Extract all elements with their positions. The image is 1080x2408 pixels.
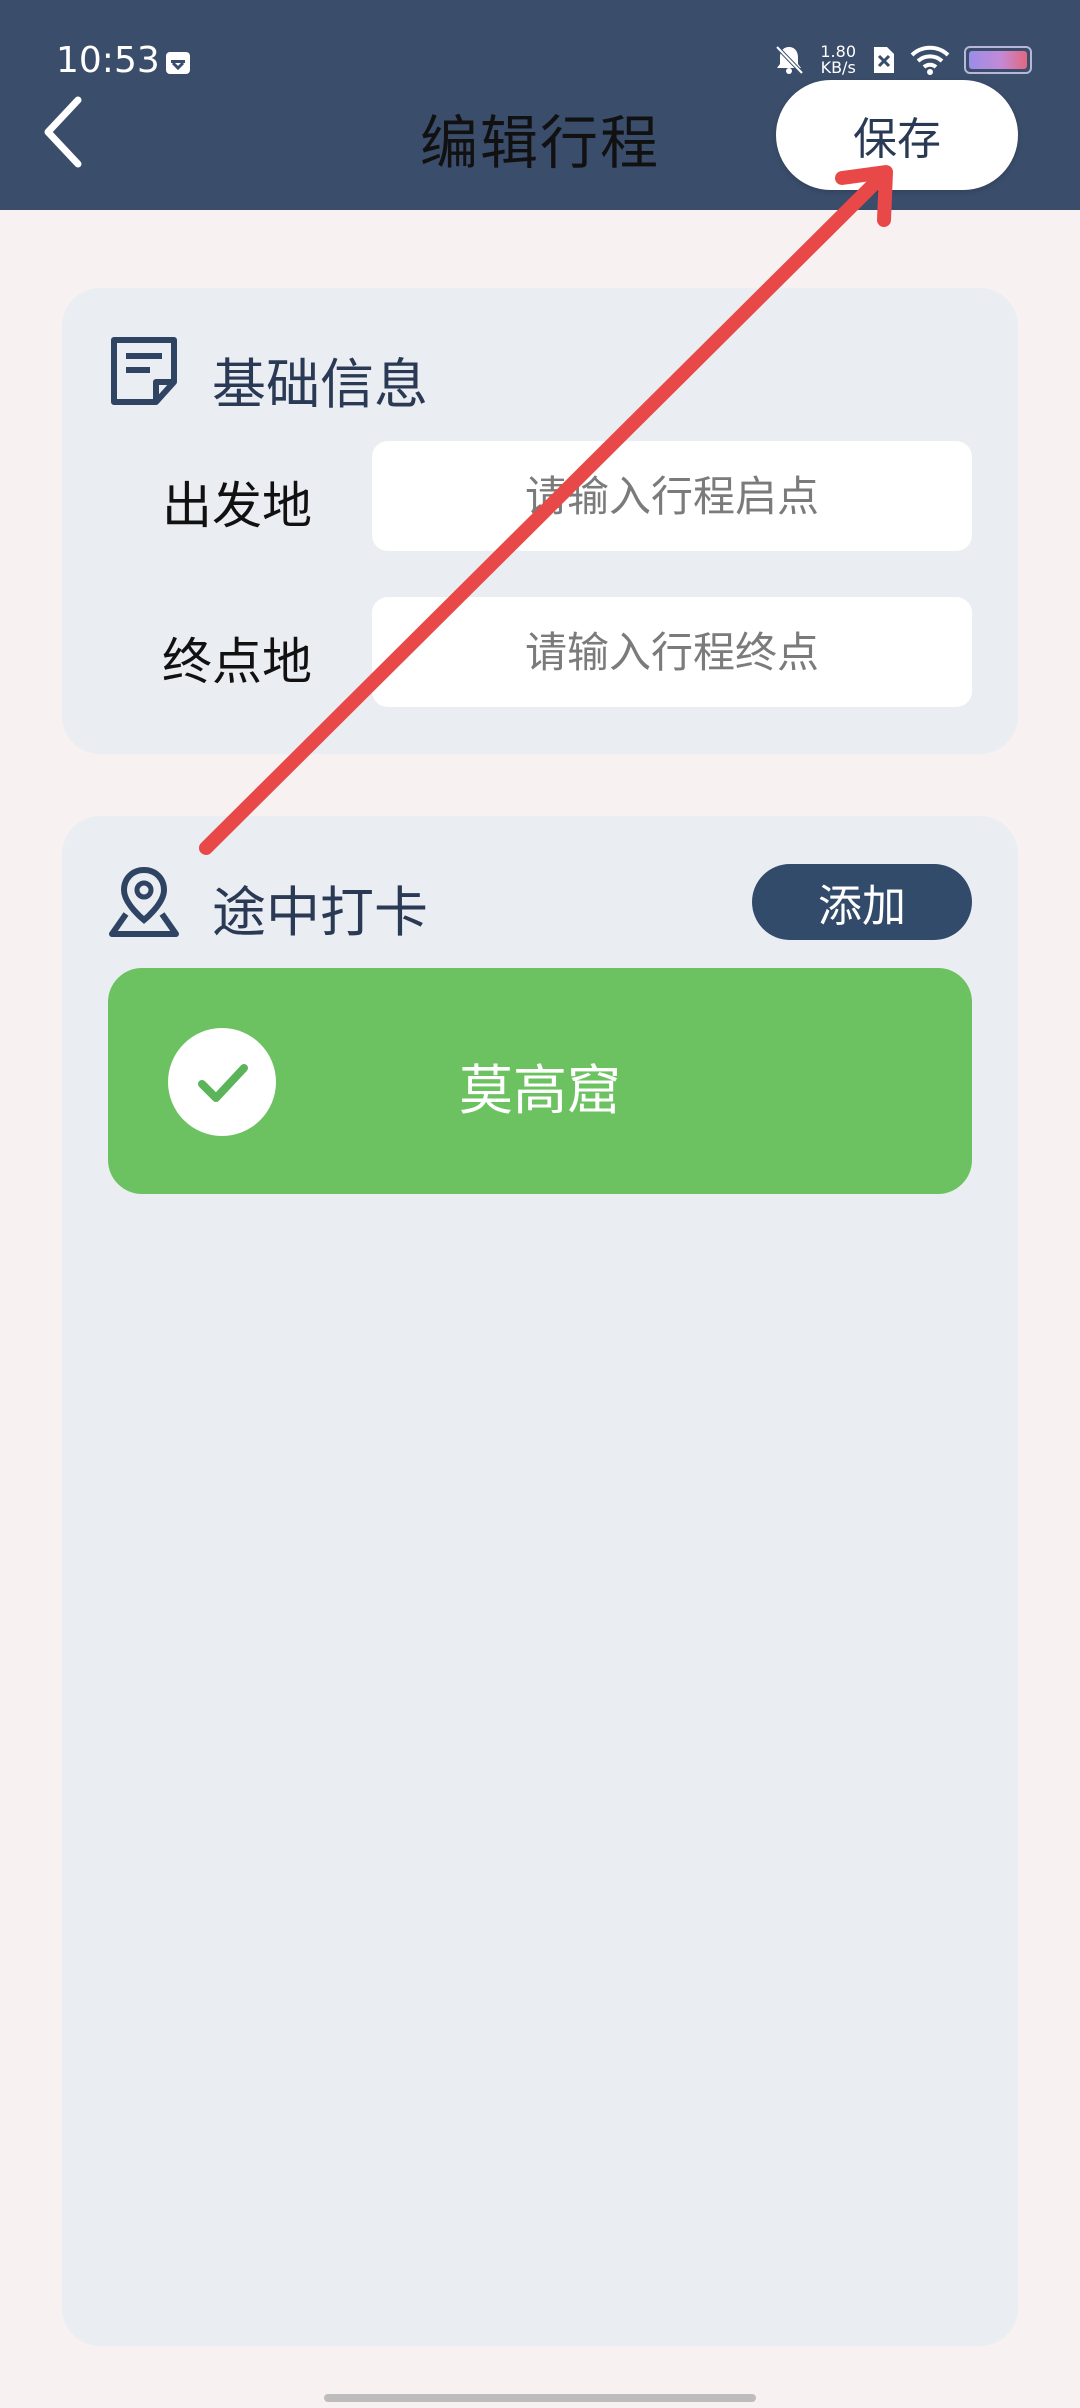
save-button[interactable]: 保存 bbox=[776, 80, 1018, 190]
checkin-item[interactable]: 莫高窟 bbox=[108, 968, 972, 1194]
departure-input[interactable] bbox=[372, 441, 972, 551]
net-speed: 1.80 KB/s bbox=[820, 44, 856, 76]
home-indicator[interactable] bbox=[324, 2394, 756, 2402]
departure-label: 出发地 bbox=[162, 477, 312, 535]
battery-level bbox=[969, 51, 1027, 69]
checkin-item-name: 莫高窟 bbox=[459, 1059, 621, 1122]
destination-input[interactable] bbox=[372, 597, 972, 707]
basic-info-card: 基础信息 出发地 终点地 bbox=[62, 288, 1018, 754]
add-checkin-button[interactable]: 添加 bbox=[752, 864, 972, 940]
status-icons: 1.80 KB/s bbox=[772, 40, 1032, 80]
checkin-card: 途中打卡 添加 莫高窟 bbox=[62, 816, 1018, 2346]
checkin-title: 途中打卡 bbox=[212, 881, 428, 944]
net-speed-unit: KB/s bbox=[820, 58, 856, 77]
status-time: 10:53 bbox=[56, 40, 160, 81]
no-sim-icon bbox=[874, 47, 894, 73]
battery-icon bbox=[964, 46, 1032, 74]
bell-muted-icon bbox=[775, 45, 804, 75]
note-icon bbox=[111, 337, 177, 405]
map-pin-icon bbox=[109, 866, 179, 937]
app-header: 10:53 1.80 KB/s 编辑行程 保存 bbox=[0, 0, 1080, 210]
destination-label: 终点地 bbox=[162, 633, 312, 691]
wifi-icon bbox=[910, 45, 950, 75]
basic-info-title: 基础信息 bbox=[212, 353, 428, 416]
calendar-icon bbox=[166, 52, 190, 74]
